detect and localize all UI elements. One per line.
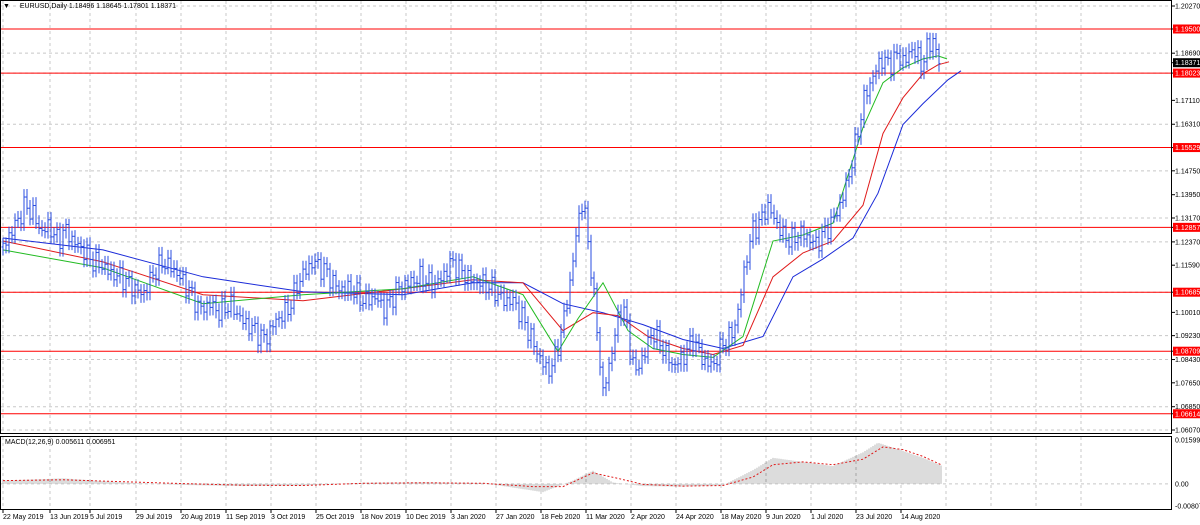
time-axis-label: 1 Jul 2020 xyxy=(811,514,843,521)
time-axis-label: 2 Apr 2020 xyxy=(631,514,665,521)
macd-axis-label: -0.008070 xyxy=(1175,504,1200,511)
triangle-down-icon[interactable]: ▼ xyxy=(3,3,10,10)
time-axis-label: 23 Jul 2020 xyxy=(856,514,892,521)
price-axis-label: 1.18690 xyxy=(1175,51,1200,58)
ohlc-close: 1.18371 xyxy=(150,3,177,10)
macd-axis-label: 0.00 xyxy=(1175,481,1189,488)
price-axis-label: 1.06070 xyxy=(1175,428,1200,435)
time-axis-label: 20 Aug 2019 xyxy=(181,514,220,521)
price-axis-label: 1.18371 xyxy=(1175,60,1200,67)
price-axis-label: 1.14750 xyxy=(1175,168,1200,175)
price-axis-label: 1.08430 xyxy=(1175,357,1200,364)
price-axis-label: 1.16310 xyxy=(1175,122,1200,129)
time-axis-label: 5 Jul 2019 xyxy=(90,514,122,521)
price-axis-label: 1.18023 xyxy=(1175,71,1200,78)
trading-chart[interactable]: 1.20270 1.19500 1.18690 1.18371 1.18023 1.171… xyxy=(0,0,1200,525)
ohlc-open: 1.18496 xyxy=(68,3,95,10)
symbol-name: EURUSD,Daily xyxy=(19,3,67,10)
price-axis-label: 1.11590 xyxy=(1175,263,1200,270)
time-axis-label: 3 Oct 2019 xyxy=(271,514,305,521)
time-axis: 22 May 2019 13 Jun 2019 5 Jul 2019 29 Jul 2… xyxy=(2,509,940,521)
price-axis-label: 1.20270 xyxy=(1175,4,1200,11)
time-axis-label: 13 Jun 2019 xyxy=(50,514,89,521)
time-axis-label: 9 Jun 2020 xyxy=(766,514,801,521)
price-axis-label: 1.10010 xyxy=(1175,310,1200,317)
macd-label: MACD(12,26,9) xyxy=(5,439,54,446)
macd-header: MACD(12,26,9) 0.005611 0.006951 xyxy=(5,439,115,446)
price-axis: 1.20270 1.19500 1.18690 1.18371 1.18023 1.171… xyxy=(1171,4,1200,511)
time-axis-label: 11 Sep 2019 xyxy=(226,514,265,521)
price-axis-label: 1.06614 xyxy=(1175,411,1200,418)
price-axis-label: 1.08709 xyxy=(1175,349,1200,356)
time-axis-label: 22 May 2019 xyxy=(3,514,44,521)
price-axis-label: 1.17110 xyxy=(1175,98,1200,105)
macd-main-value: 0.005611 xyxy=(55,439,85,446)
price-axis-label: 1.15529 xyxy=(1175,145,1200,152)
time-axis-label: 27 Jan 2020 xyxy=(496,514,535,521)
time-axis-label: 11 Mar 2020 xyxy=(586,514,625,521)
macd-axis-label: 0.015999 xyxy=(1175,438,1200,445)
price-axis-label: 1.13170 xyxy=(1175,216,1200,223)
price-axis-label: 1.07650 xyxy=(1175,380,1200,387)
time-axis-label: 18 May 2020 xyxy=(721,514,762,521)
price-axis-label: 1.12370 xyxy=(1175,239,1200,246)
time-axis-label: 18 Feb 2020 xyxy=(541,514,580,521)
ohlc-high: 1.18645 xyxy=(96,3,122,10)
price-axis-label: 1.13950 xyxy=(1175,192,1200,199)
time-axis-label: 25 Oct 2019 xyxy=(316,514,354,521)
time-axis-label: 3 Jan 2020 xyxy=(451,514,486,521)
price-axis-label: 1.12857 xyxy=(1175,225,1200,232)
price-axis-label: 1.09230 xyxy=(1175,333,1200,340)
time-axis-label: 18 Nov 2019 xyxy=(361,514,401,521)
time-axis-label: 10 Dec 2019 xyxy=(406,514,446,521)
ohlc-low: 1.17801 xyxy=(123,3,149,10)
macd-signal-value: 0.006951 xyxy=(86,439,116,446)
price-axis-label: 1.10685 xyxy=(1175,290,1200,297)
time-axis-label: 24 Apr 2020 xyxy=(676,514,714,521)
time-axis-label: 14 Aug 2020 xyxy=(901,514,940,521)
price-axis-label: 1.19500 xyxy=(1175,26,1200,33)
symbol-header: ▼ EURUSD,Daily 1.18496 1.18645 1.17801 1… xyxy=(3,3,176,10)
time-axis-label: 29 Jul 2019 xyxy=(136,514,172,521)
